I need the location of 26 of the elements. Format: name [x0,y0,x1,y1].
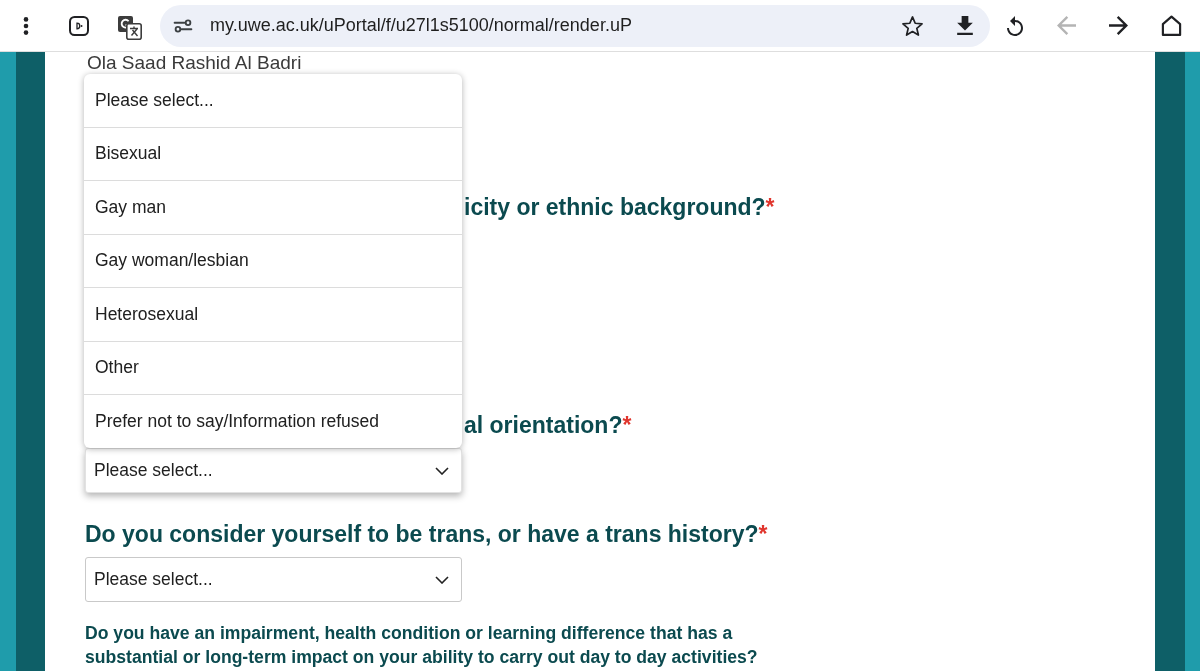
reload-icon[interactable] [1006,15,1024,36]
tune-icon[interactable] [173,18,193,33]
smiley-square-icon[interactable] [69,15,89,36]
dropdown-option[interactable]: Prefer not to say/Information refused [84,395,462,448]
address-bar[interactable]: my.uwe.ac.uk/uPortal/f/u27l1s5100/normal/render.uP [160,4,990,47]
select-field[interactable]: Please select... [85,557,462,602]
dropdown-option[interactable]: Other [84,341,462,395]
translate-icon[interactable] [118,15,142,40]
dropdown-option[interactable]: Heterosexual [84,288,462,342]
star-icon[interactable] [902,15,923,36]
dropdown-option[interactable]: Gay man [84,181,462,235]
question-text: Do you have an impairment, health condition or learning difference that has a substantial or long-term impact on your ability to carry out day to day activities? [85,622,759,669]
menu-icon[interactable] [23,16,29,35]
name-text: Ola Saad Rashid Al Badri [87,52,302,74]
dropdown-option[interactable]: Bisexual [84,127,462,181]
forward-arrow-icon[interactable] [1109,16,1128,35]
question-heading: icity or ethnic background?* [464,193,775,221]
select-field[interactable]: Please select... [85,448,462,493]
dropdown-option[interactable]: Please select... [84,74,462,128]
question-heading: al orientation?* [464,411,632,439]
question-heading: Do you consider yourself to be trans, or have a trans history?* [85,520,768,548]
download-icon[interactable] [957,16,973,35]
chevron-icon [435,575,449,584]
chevron-icon [435,466,449,475]
home-icon[interactable] [1161,15,1182,36]
dropdown-option[interactable]: Gay woman/lesbian [84,234,462,288]
